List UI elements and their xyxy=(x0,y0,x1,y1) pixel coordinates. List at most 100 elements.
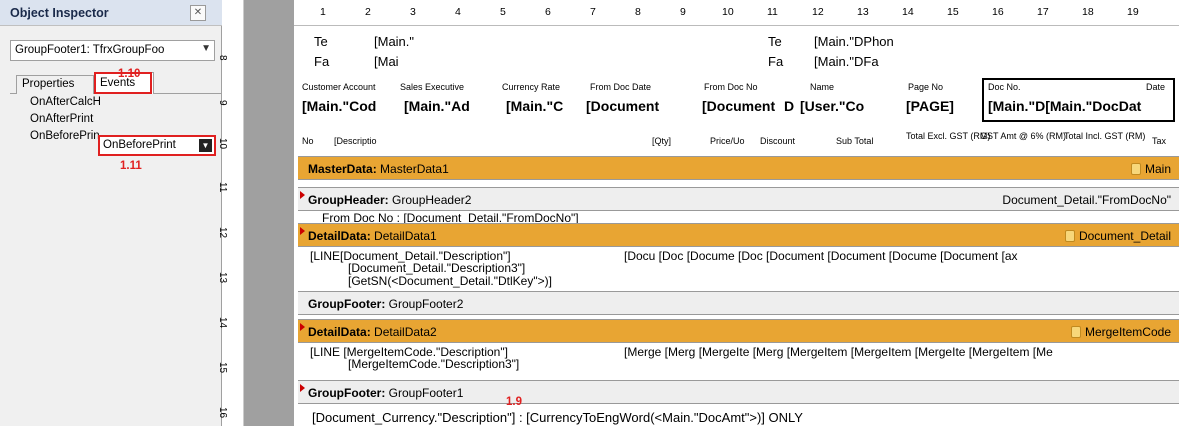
band-datasource: Main xyxy=(1130,162,1171,176)
band-marker-icon xyxy=(300,227,305,235)
column-header: Sub Total xyxy=(836,136,874,146)
band-condition: Document_Detail."FromDocNo" xyxy=(1002,193,1171,207)
ruler-tick: 16 xyxy=(217,407,228,419)
object-inspector-panel: Object Inspector ✕ GroupFooter1: TfrxGro… xyxy=(0,0,222,426)
ruler-tick: 19 xyxy=(1127,6,1139,18)
report-field[interactable]: [Document xyxy=(702,98,775,114)
band-marker-icon xyxy=(300,323,305,331)
column-header: [Descriptio xyxy=(334,136,377,146)
band-title: GroupFooter: GroupFooter2 xyxy=(308,297,464,311)
band-groupfooter2[interactable]: GroupFooter: GroupFooter2 xyxy=(298,291,1179,315)
ruler-tick: 4 xyxy=(455,6,461,18)
band-title: MasterData: MasterData1 xyxy=(308,162,449,176)
close-icon[interactable]: ✕ xyxy=(190,5,206,21)
report-field[interactable]: Te xyxy=(314,34,328,49)
report-field[interactable]: [Merge [Merg [MergeIte [Merg [MergeItem … xyxy=(624,345,1053,359)
header-label: Sales Executive xyxy=(400,82,465,92)
horizontal-ruler: 1 2 3 4 5 6 7 8 9 10 11 12 13 14 15 16 1… xyxy=(294,0,1179,26)
report-field[interactable]: [Docu [Doc [Docume [Doc [Document [Docum… xyxy=(624,249,1018,263)
selected-frame xyxy=(982,78,1175,122)
annotation-label: 1.9 xyxy=(506,396,522,408)
header-label: Currency Rate xyxy=(502,82,561,92)
database-icon xyxy=(1130,163,1141,175)
report-field[interactable]: [Main." xyxy=(374,34,414,49)
ruler-tick: 11 xyxy=(217,182,228,193)
report-field[interactable]: [Main."C xyxy=(506,98,563,114)
column-header: No xyxy=(302,136,314,146)
database-icon xyxy=(1064,230,1075,242)
ruler-tick: 5 xyxy=(500,6,506,18)
ruler-tick: 12 xyxy=(812,6,824,18)
report-field[interactable]: D xyxy=(784,98,794,114)
ruler-tick: 13 xyxy=(857,6,869,18)
ruler-tick: 15 xyxy=(217,362,228,374)
ruler-tick: 9 xyxy=(680,6,686,18)
ruler-tick: 16 xyxy=(992,6,1004,18)
band-title: GroupHeader: GroupHeader2 xyxy=(308,193,472,207)
ruler-tick: 18 xyxy=(1082,6,1094,18)
ruler-tick: 3 xyxy=(410,6,416,18)
column-header: Tax xyxy=(1152,136,1167,146)
ruler-tick: 8 xyxy=(635,6,641,18)
object-selector[interactable]: GroupFooter1: TfrxGroupFoo ▼ xyxy=(10,40,215,61)
column-header: GST Amt @ 6% (RM) xyxy=(980,131,1066,141)
report-field[interactable]: [Document_Currency."Description"] : [Cur… xyxy=(312,410,803,425)
column-header: Price/Uo xyxy=(710,136,745,146)
event-handler-value: OnBeforePrint xyxy=(103,139,176,151)
ruler-tick: 6 xyxy=(545,6,551,18)
band-detaildata2[interactable]: DetailData: DetailData2 MergeItemCode xyxy=(298,319,1179,343)
report-field[interactable]: [Mai xyxy=(374,54,399,69)
ruler-tick: 7 xyxy=(590,6,596,18)
header-label: Name xyxy=(810,82,835,92)
annotation-label: 1.11 xyxy=(120,160,142,172)
report-field[interactable]: [Main."Ad xyxy=(404,98,470,114)
band-datasource: Document_Detail xyxy=(1064,229,1171,243)
ruler-tick: 17 xyxy=(1037,6,1049,18)
vertical-ruler: 8 9 10 11 12 13 14 15 16 xyxy=(217,0,244,426)
ruler-tick: 13 xyxy=(217,272,228,284)
report-field[interactable]: Fa xyxy=(314,54,329,69)
band-masterdata1[interactable]: MasterData: MasterData1 Main xyxy=(298,156,1179,180)
ruler-tick: 9 xyxy=(217,100,228,106)
inspector-title: Object Inspector xyxy=(0,0,222,26)
ruler-tick: 14 xyxy=(902,6,914,18)
report-field[interactable]: [User."Co xyxy=(800,98,864,114)
band-groupfooter1[interactable]: GroupFooter: GroupFooter1 xyxy=(298,380,1179,404)
report-canvas: Te [Main." Te [Main."DPhon Fa [Mai Fa [M… xyxy=(294,26,1179,426)
ruler-tick: 10 xyxy=(722,6,734,18)
ruler-tick: 2 xyxy=(365,6,371,18)
report-field[interactable]: [MergeItemCode."Description3"] xyxy=(348,357,519,371)
event-item[interactable]: OnAfterCalcH xyxy=(10,94,222,111)
report-field[interactable]: [Main."Cod xyxy=(302,98,376,114)
event-handler-dropdown[interactable]: OnBeforePrint ▼ xyxy=(98,135,216,156)
report-field[interactable]: [Document xyxy=(586,98,659,114)
column-header: Total Incl. GST (RM) xyxy=(1064,131,1146,141)
report-field[interactable]: [Main."DPhon xyxy=(814,34,894,49)
band-marker-icon xyxy=(300,191,305,199)
ruler-tick: 8 xyxy=(217,55,228,61)
report-field[interactable]: [PAGE] xyxy=(906,98,954,114)
column-header: Discount xyxy=(760,136,796,146)
chevron-down-icon: ▼ xyxy=(201,43,211,54)
header-label: From Doc Date xyxy=(590,82,652,92)
band-title: DetailData: DetailData2 xyxy=(308,325,437,339)
designer-gutter xyxy=(244,0,294,426)
band-groupheader2[interactable]: GroupHeader: GroupHeader2 Document_Detai… xyxy=(298,187,1179,211)
report-field[interactable]: Fa xyxy=(768,54,783,69)
tab-properties[interactable]: Properties xyxy=(16,75,94,94)
report-field[interactable]: [GetSN(<Document_Detail."DtlKey">)] xyxy=(348,274,552,288)
ruler-tick: 1 xyxy=(320,6,326,18)
ruler-tick: 12 xyxy=(217,227,228,239)
event-item[interactable]: OnAfterPrint xyxy=(10,111,222,128)
chevron-down-icon[interactable]: ▼ xyxy=(199,139,212,152)
band-title: GroupFooter: GroupFooter1 xyxy=(308,386,464,400)
band-marker-icon xyxy=(300,384,305,392)
report-field[interactable]: [Main."DFa xyxy=(814,54,879,69)
report-field[interactable]: Te xyxy=(768,34,782,49)
annotation-label: 1.10 xyxy=(118,68,141,80)
band-detaildata1[interactable]: DetailData: DetailData1 Document_Detail xyxy=(298,223,1179,247)
report-field[interactable]: [Document_Detail."Description3"] xyxy=(348,261,525,275)
ruler-tick: 10 xyxy=(217,138,228,150)
column-header: [Qty] xyxy=(652,136,672,146)
object-selector-value: GroupFooter1: TfrxGroupFoo xyxy=(15,44,165,56)
